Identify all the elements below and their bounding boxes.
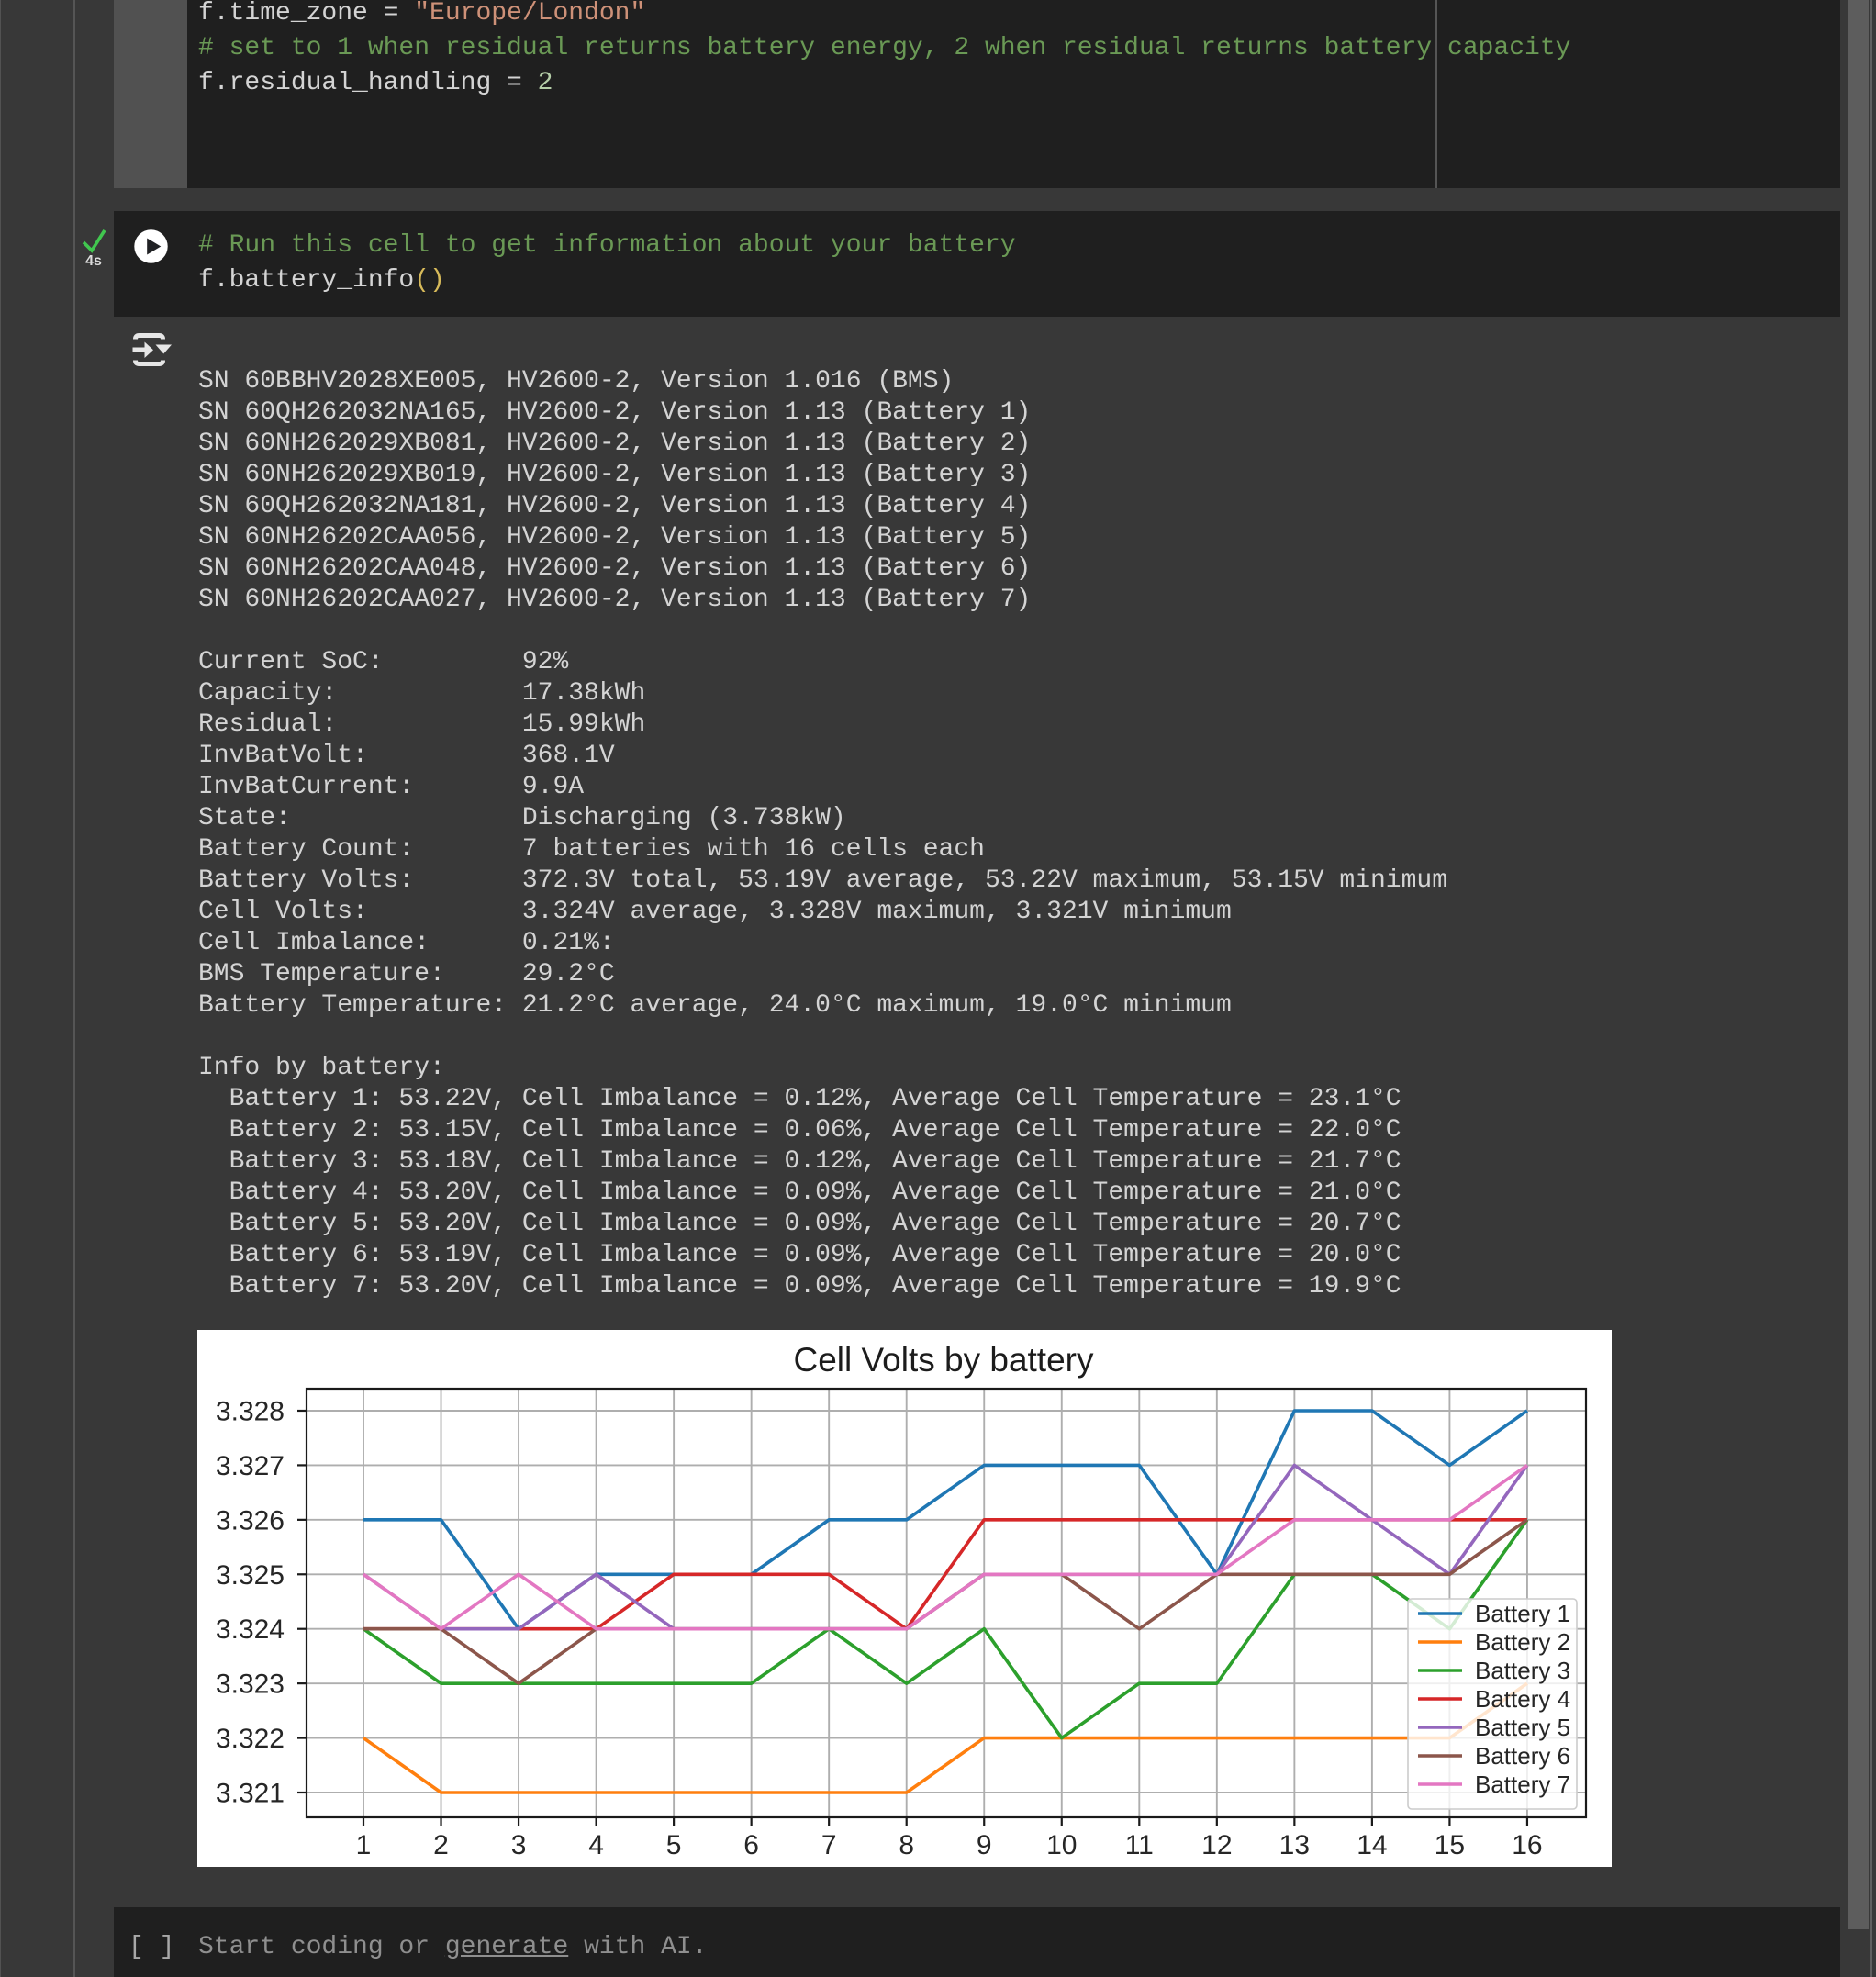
svg-text:Battery 1: Battery 1 (1475, 1600, 1570, 1627)
svg-text:3.327: 3.327 (216, 1451, 285, 1481)
svg-text:3: 3 (511, 1830, 527, 1860)
svg-text:Battery 4: Battery 4 (1475, 1685, 1570, 1713)
svg-text:3.323: 3.323 (216, 1670, 285, 1700)
svg-text:1: 1 (356, 1830, 372, 1860)
svg-text:3.326: 3.326 (216, 1505, 285, 1536)
svg-text:8: 8 (899, 1830, 914, 1860)
svg-text:7: 7 (821, 1830, 837, 1860)
svg-text:15: 15 (1435, 1830, 1465, 1860)
svg-text:11: 11 (1125, 1830, 1154, 1860)
svg-text:3.328: 3.328 (216, 1396, 285, 1426)
svg-text:2: 2 (433, 1830, 449, 1860)
svg-text:12: 12 (1201, 1830, 1232, 1860)
svg-text:3.321: 3.321 (216, 1779, 285, 1809)
svg-text:14: 14 (1357, 1830, 1387, 1860)
svg-text:3.325: 3.325 (216, 1560, 285, 1591)
svg-text:Battery 7: Battery 7 (1475, 1770, 1570, 1798)
svg-text:5: 5 (666, 1830, 682, 1860)
svg-text:3.324: 3.324 (216, 1614, 285, 1645)
svg-text:13: 13 (1279, 1830, 1310, 1860)
svg-text:10: 10 (1046, 1830, 1077, 1860)
svg-text:3.322: 3.322 (216, 1724, 285, 1754)
svg-text:6: 6 (743, 1830, 759, 1860)
svg-text:Battery 6: Battery 6 (1475, 1742, 1570, 1770)
svg-text:16: 16 (1512, 1830, 1542, 1860)
svg-text:4: 4 (588, 1830, 604, 1860)
svg-text:Battery 3: Battery 3 (1475, 1657, 1570, 1684)
svg-text:Cell Volts by battery: Cell Volts by battery (794, 1341, 1094, 1379)
svg-text:9: 9 (977, 1830, 992, 1860)
svg-text:Battery 2: Battery 2 (1475, 1628, 1570, 1656)
svg-text:Battery 5: Battery 5 (1475, 1714, 1570, 1741)
